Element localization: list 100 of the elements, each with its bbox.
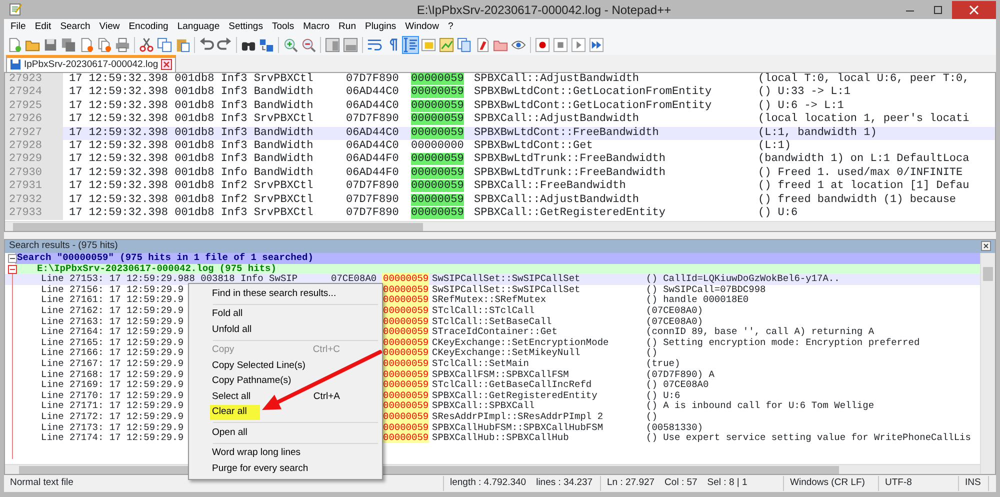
menu-item[interactable]: Select all Ctrl+A	[191, 389, 360, 404]
function-name: CKeyExchange::SetEncryptionMode	[432, 336, 609, 348]
result-line[interactable]: Line 27153: 17 12:59:29.988 003818 Info SwSIP	[41, 273, 298, 284]
close-all-icon[interactable]	[96, 36, 113, 54]
object-id: 07D7F890	[346, 73, 399, 85]
result-line[interactable]: Line 27172: 17 12:59:29.9	[41, 410, 184, 422]
log-text: 17 12:59:32.398 001db8 Inf3 BandWidth	[69, 86, 314, 98]
menu-item[interactable]: Copy Pathname(s)	[191, 374, 360, 389]
cut-icon[interactable]	[138, 36, 155, 54]
function-name: CKeyExchange::SetMikeyNull	[432, 347, 580, 358]
zoom-in-icon[interactable]	[282, 36, 299, 54]
function-name: SPBXBwLtdCont::GetLocationFromEntity	[474, 100, 712, 112]
result-line[interactable]: Line 27166: 17 12:59:29.9	[41, 347, 184, 358]
status-text: Normal text file	[10, 476, 74, 490]
log-message: (07CE08A0)	[646, 316, 704, 327]
collapse-icon[interactable]	[8, 254, 17, 263]
print-icon[interactable]	[114, 36, 131, 54]
stop-icon[interactable]	[552, 36, 569, 54]
menu-item[interactable]: Copy Selected Line(s)	[191, 358, 360, 374]
menu-item[interactable]: Unfold all	[191, 322, 360, 338]
log-message: (L:1)	[758, 140, 792, 153]
save-all-icon[interactable]	[60, 36, 77, 54]
function-name: SPBXBwLtdTrunk::FreeBandwidth	[474, 166, 666, 179]
indent-guide-icon[interactable]	[402, 36, 419, 54]
zoom-out-icon[interactable]	[300, 36, 317, 54]
log-text: 17 12:59:32.398 001db8 Inf2 SrvPBXCtl	[69, 194, 314, 206]
log-text: 17 12:59:32.398 001db8 Inf3 SrvPBXCtl	[69, 73, 314, 85]
result-line[interactable]: Line 27162: 17 12:59:29.9	[41, 304, 184, 316]
line-number: 27926	[9, 113, 42, 126]
log-message: (L:1, bandwidth 1)	[758, 126, 877, 140]
search-header[interactable]: Search "00000059" (975 hits in 1 file of 1 searched)	[15, 253, 980, 264]
close-button[interactable]	[952, 0, 996, 18]
panel-title: Search results - (975 hits)	[9, 239, 118, 253]
window-icon[interactable]	[342, 36, 359, 54]
menu-item[interactable]: Clear all	[210, 404, 260, 420]
menu-item[interactable]: Window	[400, 20, 444, 34]
fast-forward-icon[interactable]	[588, 36, 605, 54]
result-line[interactable]: Line 27164: 17 12:59:29.9	[41, 326, 184, 338]
window-icon[interactable]	[324, 36, 341, 54]
line-number: 27929	[9, 153, 42, 166]
collapse-icon[interactable]	[8, 264, 17, 274]
menu-item[interactable]: Plugins	[360, 20, 401, 34]
result-line[interactable]: Line 27174: 17 12:59:29.9	[41, 432, 184, 444]
menu-item[interactable]: Run	[334, 20, 360, 34]
record-icon[interactable]	[534, 36, 551, 54]
line-number: 27924	[9, 86, 42, 98]
result-line[interactable]: Line 27170: 17 12:59:29.9	[41, 390, 184, 401]
save-icon	[10, 58, 21, 72]
object-id: 07D7F890	[346, 206, 399, 219]
function-name: SPBXBwLtdCont::FreeBandwidth	[474, 126, 659, 139]
tab-label: IpPbxSrv-20230617-000042.log	[24, 58, 158, 72]
result-line[interactable]: Line 27161: 17 12:59:29.9	[41, 294, 184, 306]
menu-item[interactable]: Language	[172, 20, 224, 34]
file-header[interactable]: E:\IpPbxSrv-20230617-000042.log (975 hits)	[15, 264, 980, 274]
log-text: 17 12:59:32.398 001db8 Inf3 BandWidth	[69, 126, 314, 139]
result-line[interactable]: Line 27156: 17 12:59:29.9	[41, 284, 184, 295]
call-id: 00000059	[411, 153, 464, 166]
menu-item[interactable]: Word wrap long lines	[191, 446, 360, 461]
object-id: 07D7F890	[346, 194, 399, 206]
result-line[interactable]: Line 27163: 17 12:59:29.9	[41, 316, 184, 327]
result-line[interactable]: Line 27168: 17 12:59:29.9	[41, 368, 184, 380]
line-number: 27930	[9, 166, 42, 179]
menu-item[interactable]: Macro	[298, 20, 334, 34]
menu-item[interactable]: Find in these search results...	[191, 286, 360, 302]
menu-item[interactable]: Settings	[224, 20, 268, 34]
menu-item[interactable]: Purge for every search	[191, 461, 360, 476]
copy-icon[interactable]	[156, 36, 173, 54]
log-text: 17 12:59:32.398 001db8 Inf3 SrvPBXCtl	[69, 206, 314, 219]
horizontal-scrollbar[interactable]	[5, 221, 995, 231]
call-id: 00000059	[411, 100, 464, 112]
log-message: () U:6 -> L:1	[758, 100, 844, 113]
close-icon[interactable]	[969, 4, 979, 14]
log-text: 17 12:59:32.398 001db8 Inf3 BandWidth	[69, 153, 314, 166]
result-line[interactable]: Line 27169: 17 12:59:29.9	[41, 379, 184, 390]
menu-item[interactable]: ?	[443, 20, 458, 34]
close-icon[interactable]	[981, 239, 991, 254]
document-map-icon[interactable]	[420, 36, 437, 54]
vertical-scrollbar[interactable]	[980, 253, 995, 474]
result-line[interactable]: Line 27165: 17 12:59:29.9	[41, 336, 184, 348]
result-line[interactable]: Line 27171: 17 12:59:29.9	[41, 400, 184, 412]
menu-item[interactable]: Encoding	[124, 20, 173, 34]
result-line[interactable]: Line 27173: 17 12:59:29.9	[41, 422, 184, 432]
close-icon[interactable]	[161, 58, 172, 72]
object-id: 06AD44C0	[346, 86, 399, 98]
menu-item[interactable]: Search	[56, 20, 95, 34]
play-icon[interactable]	[570, 36, 587, 54]
menu-item[interactable]: Open all	[191, 425, 360, 440]
result-line[interactable]: Line 27167: 17 12:59:29.9	[41, 358, 184, 369]
menu-item[interactable]: File	[6, 20, 30, 34]
menu-item[interactable]: Edit	[30, 20, 56, 34]
menu-item[interactable]: Fold all	[191, 306, 360, 322]
pages-icon[interactable]	[456, 36, 473, 54]
function-name: SPBXCall::AdjustBandwidth	[474, 113, 640, 126]
call-id: 00000059	[411, 86, 464, 98]
chart-icon[interactable]	[438, 36, 455, 54]
file-tab[interactable]: IpPbxSrv-20230617-000042.log	[6, 55, 176, 72]
line-number: 27927	[9, 126, 42, 139]
menu-item[interactable]: View	[94, 20, 124, 34]
menu-item[interactable]: Tools	[267, 20, 299, 34]
log-message: () freed 1 at location [1] Defau	[758, 180, 970, 194]
